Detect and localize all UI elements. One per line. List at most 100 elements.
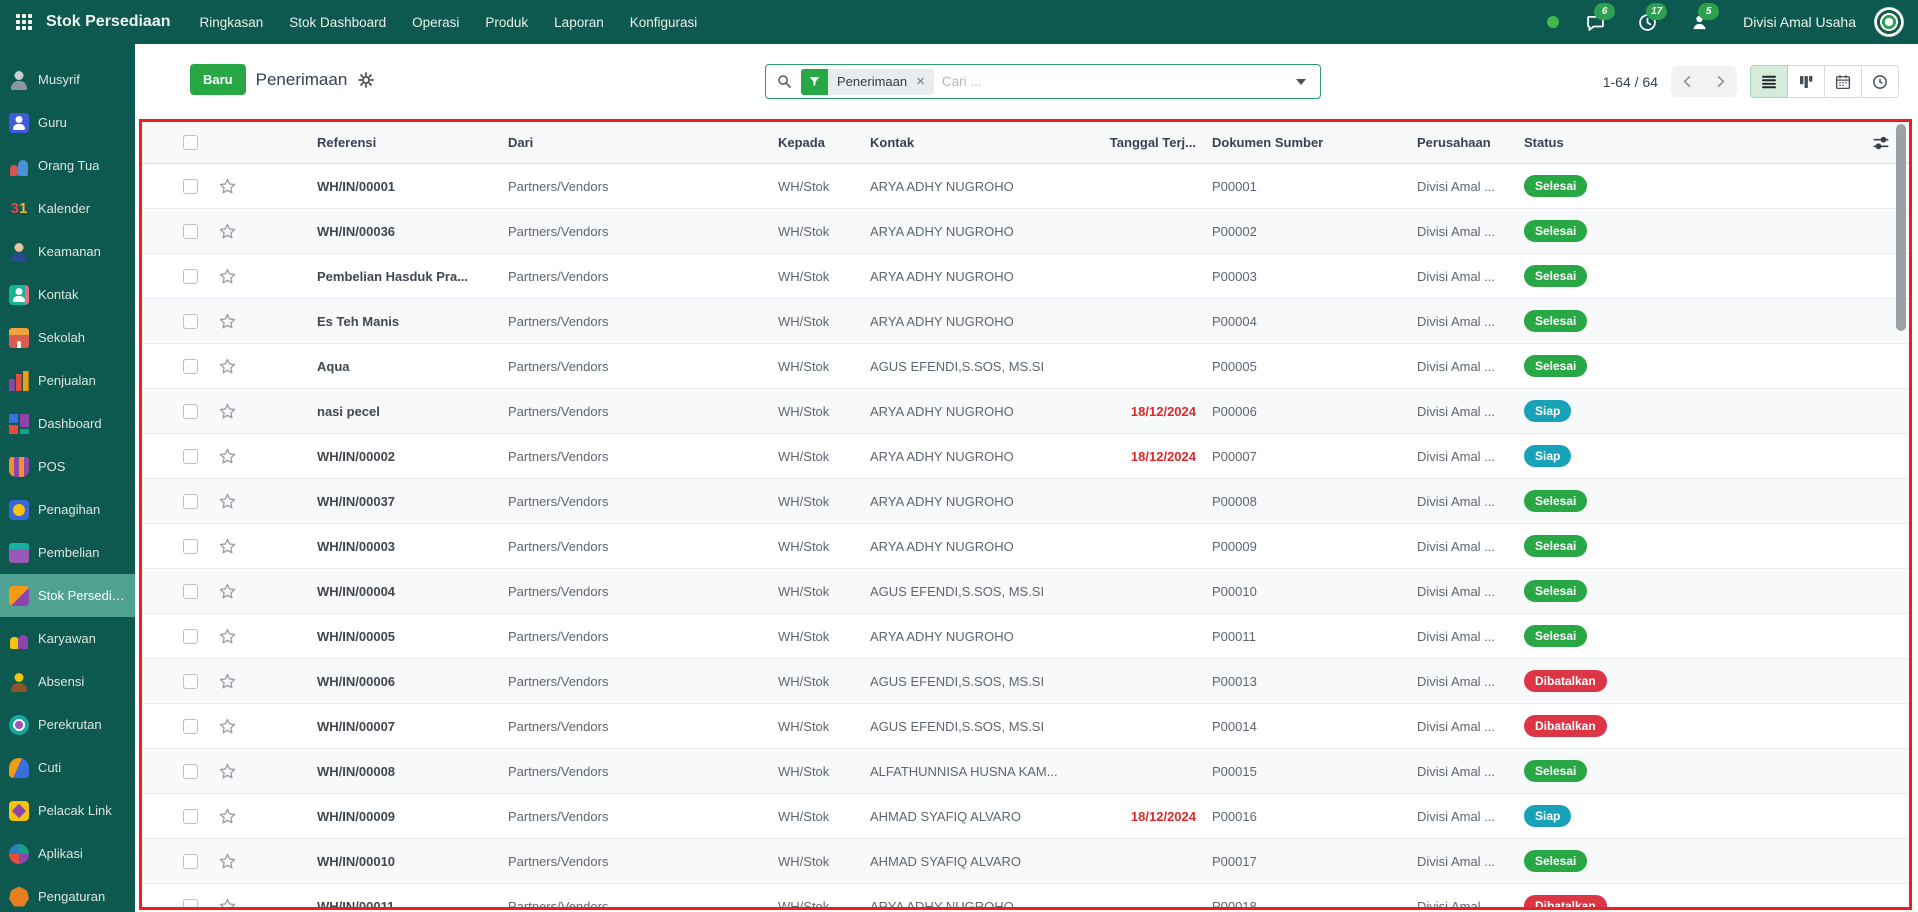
row-checkbox[interactable] bbox=[183, 674, 198, 689]
row-checkbox[interactable] bbox=[183, 809, 198, 824]
row-checkbox[interactable] bbox=[183, 224, 198, 239]
menu-operasi[interactable]: Operasi bbox=[401, 9, 470, 36]
table-row[interactable]: Es Teh ManisPartners/VendorsWH/StokARYA … bbox=[142, 299, 1909, 344]
menu-produk[interactable]: Produk bbox=[474, 9, 539, 36]
table-row[interactable]: WH/IN/00009Partners/VendorsWH/StokAHMAD … bbox=[142, 794, 1909, 839]
sidebar-item-penagihan[interactable]: Penagihan bbox=[0, 488, 135, 531]
new-button[interactable]: Baru bbox=[190, 64, 246, 95]
search-dropdown-toggle[interactable] bbox=[1282, 65, 1320, 98]
sidebar-item-absensi[interactable]: Absensi bbox=[0, 660, 135, 703]
vertical-scrollbar[interactable] bbox=[1896, 124, 1906, 902]
favorite-star-icon[interactable] bbox=[218, 672, 237, 691]
column-header-referensi[interactable]: Referensi bbox=[250, 135, 502, 150]
favorite-star-icon[interactable] bbox=[218, 177, 237, 196]
table-row[interactable]: WH/IN/00036Partners/VendorsWH/StokARYA A… bbox=[142, 209, 1909, 254]
column-header-kepada[interactable]: Kepada bbox=[770, 135, 858, 150]
user-menu[interactable]: Divisi Amal Usaha bbox=[1743, 14, 1856, 30]
activity-view-button[interactable] bbox=[1861, 65, 1899, 98]
column-header-tanggal-terj[interactable]: Tanggal Terj... bbox=[1100, 135, 1200, 150]
column-header-dari[interactable]: Dari bbox=[502, 135, 770, 150]
favorite-star-icon[interactable] bbox=[218, 267, 237, 286]
favorite-star-icon[interactable] bbox=[218, 402, 237, 421]
row-checkbox[interactable] bbox=[183, 494, 198, 509]
favorite-star-icon[interactable] bbox=[218, 627, 237, 646]
row-checkbox[interactable] bbox=[183, 314, 198, 329]
table-row[interactable]: WH/IN/00037Partners/VendorsWH/StokARYA A… bbox=[142, 479, 1909, 524]
sidebar-item-penjualan[interactable]: Penjualan bbox=[0, 359, 135, 402]
favorite-star-icon[interactable] bbox=[218, 312, 237, 331]
sidebar-item-kalender[interactable]: 31Kalender bbox=[0, 187, 135, 230]
sidebar-item-orang-tua[interactable]: Orang Tua bbox=[0, 144, 135, 187]
table-row[interactable]: WH/IN/00003Partners/VendorsWH/StokARYA A… bbox=[142, 524, 1909, 569]
sidebar-item-stok-persediaan[interactable]: Stok Persediaan bbox=[0, 574, 135, 617]
sidebar-item-pengaturan[interactable]: Pengaturan bbox=[0, 875, 135, 912]
apps-grid-icon[interactable] bbox=[16, 14, 32, 30]
messages-icon[interactable]: 6 bbox=[1583, 10, 1607, 34]
table-row[interactable]: Pembelian Hasduk Pra...Partners/VendorsW… bbox=[142, 254, 1909, 299]
activities-clock-icon[interactable]: 17 bbox=[1635, 10, 1659, 34]
scrollbar-thumb[interactable] bbox=[1896, 124, 1906, 331]
sidebar-item-kontak[interactable]: Kontak bbox=[0, 273, 135, 316]
view-settings-gear-icon[interactable] bbox=[357, 71, 375, 89]
menu-ringkasan[interactable]: Ringkasan bbox=[189, 9, 275, 36]
sidebar-item-pembelian[interactable]: Pembelian bbox=[0, 531, 135, 574]
row-checkbox[interactable] bbox=[183, 404, 198, 419]
table-row[interactable]: WH/IN/00011Partners/VendorsWH/StokARYA A… bbox=[142, 884, 1909, 910]
facet-remove-icon[interactable]: × bbox=[914, 69, 934, 95]
favorite-star-icon[interactable] bbox=[218, 852, 237, 871]
table-row[interactable]: WH/IN/00006Partners/VendorsWH/StokAGUS E… bbox=[142, 659, 1909, 704]
menu-stok-dashboard[interactable]: Stok Dashboard bbox=[278, 9, 397, 36]
favorite-star-icon[interactable] bbox=[218, 537, 237, 556]
sidebar-item-sekolah[interactable]: Sekolah bbox=[0, 316, 135, 359]
sidebar-item-cuti[interactable]: Cuti bbox=[0, 746, 135, 789]
favorite-star-icon[interactable] bbox=[218, 582, 237, 601]
sidebar-item-aplikasi[interactable]: Aplikasi bbox=[0, 832, 135, 875]
table-row[interactable]: WH/IN/00007Partners/VendorsWH/StokAGUS E… bbox=[142, 704, 1909, 749]
favorite-star-icon[interactable] bbox=[218, 222, 237, 241]
table-row[interactable]: WH/IN/00004Partners/VendorsWH/StokAGUS E… bbox=[142, 569, 1909, 614]
table-row[interactable]: WH/IN/00001Partners/VendorsWH/StokARYA A… bbox=[142, 164, 1909, 209]
favorite-star-icon[interactable] bbox=[218, 717, 237, 736]
sidebar-item-dashboard[interactable]: Dashboard bbox=[0, 402, 135, 445]
row-checkbox[interactable] bbox=[183, 269, 198, 284]
table-row[interactable]: WH/IN/00005Partners/VendorsWH/StokARYA A… bbox=[142, 614, 1909, 659]
table-row[interactable]: WH/IN/00010Partners/VendorsWH/StokAHMAD … bbox=[142, 839, 1909, 884]
favorite-star-icon[interactable] bbox=[218, 762, 237, 781]
sidebar-item-keamanan[interactable]: Keamanan bbox=[0, 230, 135, 273]
column-header-dokumen-sumber[interactable]: Dokumen Sumber bbox=[1200, 135, 1412, 150]
sidebar-item-musyrif[interactable]: Musyrif bbox=[0, 58, 135, 101]
row-checkbox[interactable] bbox=[183, 179, 198, 194]
favorite-star-icon[interactable] bbox=[218, 897, 237, 911]
column-header-kontak[interactable]: Kontak bbox=[858, 135, 1100, 150]
search-bar[interactable]: Penerimaan × bbox=[765, 64, 1321, 99]
list-view-button[interactable] bbox=[1750, 65, 1788, 98]
table-row[interactable]: WH/IN/00008Partners/VendorsWH/StokALFATH… bbox=[142, 749, 1909, 794]
menu-laporan[interactable]: Laporan bbox=[543, 9, 615, 36]
sidebar-item-karyawan[interactable]: Karyawan bbox=[0, 617, 135, 660]
row-checkbox[interactable] bbox=[183, 629, 198, 644]
search-facet[interactable]: Penerimaan × bbox=[801, 69, 934, 95]
row-checkbox[interactable] bbox=[183, 854, 198, 869]
favorite-star-icon[interactable] bbox=[218, 357, 237, 376]
row-checkbox[interactable] bbox=[183, 764, 198, 779]
row-checkbox[interactable] bbox=[183, 899, 198, 911]
row-checkbox[interactable] bbox=[183, 359, 198, 374]
sidebar-item-pos[interactable]: POS bbox=[0, 445, 135, 488]
column-header-status[interactable]: Status bbox=[1518, 135, 1690, 150]
avatar[interactable] bbox=[1874, 7, 1904, 37]
pager-next-button[interactable] bbox=[1704, 66, 1737, 97]
row-checkbox[interactable] bbox=[183, 539, 198, 554]
column-header-perusahaan[interactable]: Perusahaan bbox=[1412, 135, 1518, 150]
table-row[interactable]: AquaPartners/VendorsWH/StokAGUS EFENDI,S… bbox=[142, 344, 1909, 389]
pager-previous-button[interactable] bbox=[1671, 66, 1704, 97]
calendar-view-button[interactable] bbox=[1824, 65, 1862, 98]
table-row[interactable]: WH/IN/00002Partners/VendorsWH/StokARYA A… bbox=[142, 434, 1909, 479]
menu-konfigurasi[interactable]: Konfigurasi bbox=[619, 9, 709, 36]
kanban-view-button[interactable] bbox=[1787, 65, 1825, 98]
row-checkbox[interactable] bbox=[183, 584, 198, 599]
sidebar-item-guru[interactable]: Guru bbox=[0, 101, 135, 144]
sidebar-item-perekrutan[interactable]: Perekrutan bbox=[0, 703, 135, 746]
favorite-star-icon[interactable] bbox=[218, 807, 237, 826]
app-name[interactable]: Stok Persediaan bbox=[46, 13, 171, 31]
search-input[interactable] bbox=[934, 74, 1282, 89]
